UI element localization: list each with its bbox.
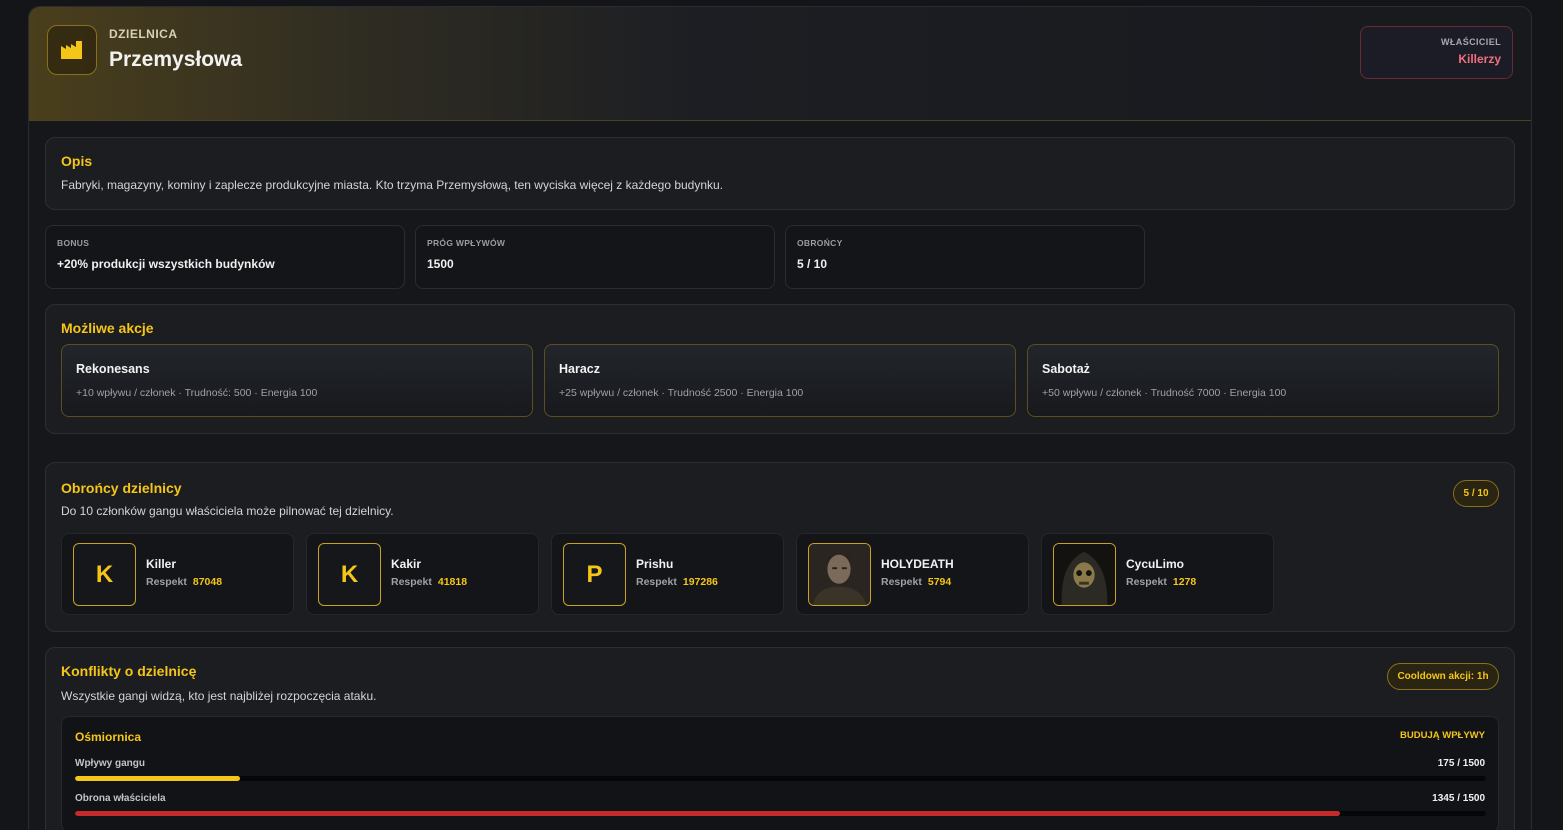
stat-bonus: BONUS +20% produkcji wszystkich budynków bbox=[45, 225, 405, 289]
stat-defenders: OBROŃCY 5 / 10 bbox=[785, 225, 1145, 289]
action-name: Haracz bbox=[559, 362, 600, 376]
action-desc: +10 wpływu / członek · Trudność: 500 · E… bbox=[76, 387, 318, 399]
description-title: Opis bbox=[61, 153, 93, 169]
stat-value: +20% produkcji wszystkich budynków bbox=[57, 257, 275, 271]
influence-value: 175 / 1500 bbox=[1437, 758, 1485, 769]
defender-name: HOLYDEATH bbox=[881, 557, 954, 571]
stat-label: PRÓG WPŁYWÓW bbox=[427, 238, 506, 248]
conflicts-title: Konflikty o dzielnicę bbox=[61, 663, 197, 679]
attacking-gang-name: Ośmiornica bbox=[75, 730, 142, 744]
defender-card[interactable]: CycuLimo Respekt 1278 bbox=[1041, 533, 1274, 615]
district-panel: DZIELNICA Przemysłowa WŁAŚCICIEL Killerz… bbox=[28, 6, 1532, 830]
conflict-status: BUDUJĄ WPŁYWY bbox=[1400, 730, 1485, 741]
conflicts-section: Konflikty o dzielnicę Wszystkie gangi wi… bbox=[45, 647, 1515, 830]
hooded-skull-icon bbox=[1053, 543, 1116, 606]
actions-section: Możliwe akcje Rekonesans +10 wpływu / cz… bbox=[45, 304, 1515, 434]
stat-influence-threshold: PRÓG WPŁYWÓW 1500 bbox=[415, 225, 775, 289]
defender-respekt: Respekt 5794 bbox=[881, 576, 952, 588]
influence-bar bbox=[75, 776, 1486, 781]
defender-name: Kakir bbox=[391, 557, 422, 571]
defender-card[interactable]: P Prishu Respekt 197286 bbox=[551, 533, 784, 615]
stat-label: OBROŃCY bbox=[797, 238, 843, 248]
district-header: DZIELNICA Przemysłowa WŁAŚCICIEL Killerz… bbox=[29, 7, 1531, 121]
defender-card[interactable]: K Killer Respekt 87048 bbox=[61, 533, 294, 615]
portrait-man-icon bbox=[808, 543, 871, 606]
action-desc: +25 wpływu / członek · Trudność 2500 · E… bbox=[559, 387, 804, 399]
owner-card: WŁAŚCICIEL Killerzy bbox=[1360, 26, 1513, 79]
defenders-subtitle: Do 10 członków gangu właściciela może pi… bbox=[61, 504, 394, 518]
action-name: Sabotaż bbox=[1042, 362, 1090, 376]
action-name: Rekonesans bbox=[76, 362, 150, 376]
defense-bar-fill bbox=[75, 811, 1341, 816]
defender-name: Killer bbox=[146, 557, 177, 571]
avatar: P bbox=[563, 543, 626, 606]
conflicts-subtitle: Wszystkie gangi widzą, kto jest najbliże… bbox=[61, 689, 377, 703]
defenders-section: Obrońcy dzielnicy Do 10 członków gangu w… bbox=[45, 462, 1515, 632]
cooldown-badge: Cooldown akcji: 1h bbox=[1387, 663, 1499, 690]
district-title: Przemysłowa bbox=[109, 48, 243, 71]
defender-respekt: Respekt 197286 bbox=[636, 576, 718, 588]
defense-value: 1345 / 1500 bbox=[1432, 793, 1485, 804]
factory-icon bbox=[47, 25, 97, 75]
district-label: DZIELNICA bbox=[109, 27, 178, 41]
defender-respekt: Respekt 87048 bbox=[146, 576, 223, 588]
conflict-card[interactable]: Ośmiornica BUDUJĄ WPŁYWY Wpływy gangu 17… bbox=[61, 716, 1499, 830]
owner-label: WŁAŚCICIEL bbox=[1441, 37, 1501, 47]
defender-respekt: Respekt 1278 bbox=[1126, 576, 1197, 588]
defense-bar bbox=[75, 811, 1486, 816]
influence-label: Wpływy gangu bbox=[75, 758, 145, 769]
action-sabotaz[interactable]: Sabotaż +50 wpływu / członek · Trudność … bbox=[1027, 344, 1499, 417]
action-haracz[interactable]: Haracz +25 wpływu / członek · Trudność 2… bbox=[544, 344, 1016, 417]
defender-card[interactable]: HOLYDEATH Respekt 5794 bbox=[796, 533, 1029, 615]
defenders-title: Obrońcy dzielnicy bbox=[61, 480, 182, 496]
defender-name: CycuLimo bbox=[1126, 557, 1185, 571]
description-section: Opis Fabryki, magazyny, kominy i zaplecz… bbox=[45, 137, 1515, 210]
stat-value: 1500 bbox=[427, 257, 454, 271]
description-text: Fabryki, magazyny, kominy i zaplecze pro… bbox=[61, 178, 724, 192]
owner-gang-name[interactable]: Killerzy bbox=[1361, 52, 1501, 66]
avatar: K bbox=[318, 543, 381, 606]
actions-title: Możliwe akcje bbox=[61, 320, 154, 336]
stat-value: 5 / 10 bbox=[797, 257, 828, 271]
defense-label: Obrona właściciela bbox=[75, 793, 166, 804]
defenders-count-badge: 5 / 10 bbox=[1453, 480, 1499, 507]
stat-label: BONUS bbox=[57, 238, 90, 248]
action-rekonesans[interactable]: Rekonesans +10 wpływu / członek · Trudno… bbox=[61, 344, 533, 417]
defender-respekt: Respekt 41818 bbox=[391, 576, 468, 588]
influence-bar-fill bbox=[75, 776, 240, 781]
defender-card[interactable]: K Kakir Respekt 41818 bbox=[306, 533, 539, 615]
defender-name: Prishu bbox=[636, 557, 674, 571]
avatar: K bbox=[73, 543, 136, 606]
action-desc: +50 wpływu / członek · Trudność 7000 · E… bbox=[1042, 387, 1287, 399]
